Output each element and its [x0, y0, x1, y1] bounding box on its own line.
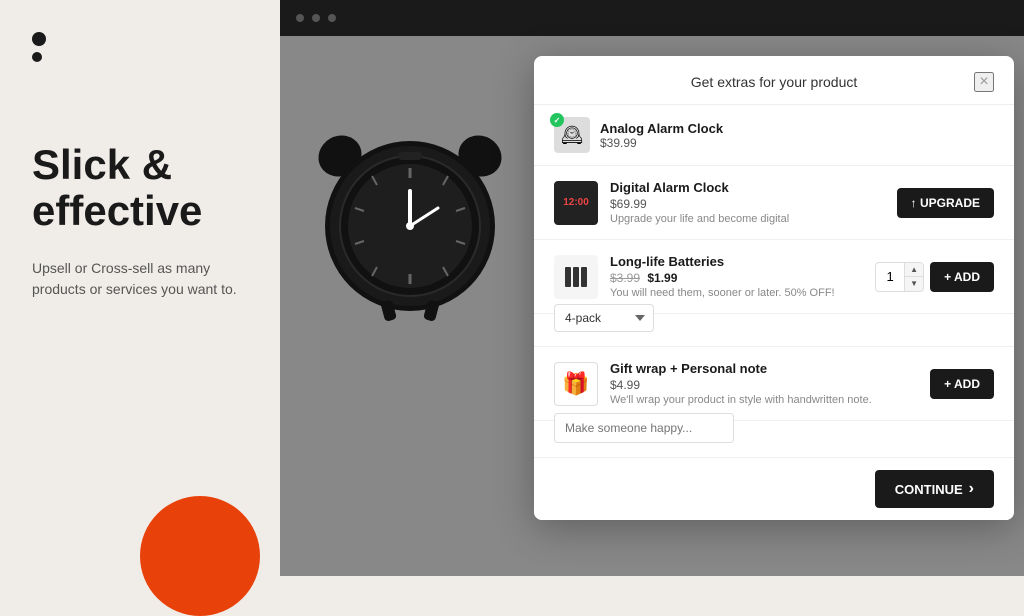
upsell-item-batteries: Long-life Batteries $3.99 $1.99 You will… — [534, 240, 1014, 314]
batteries-action: 1 ▲ ▼ + ADD — [875, 262, 994, 292]
logo — [32, 32, 248, 62]
digital-clock-name: Digital Alarm Clock — [610, 180, 885, 195]
continue-button[interactable]: CONTINUE — [875, 470, 994, 508]
battery-bar-1 — [565, 267, 571, 287]
upsell-item-digital-clock: 12:00 Digital Alarm Clock $69.99 Upgrade… — [534, 166, 1014, 240]
upsell-item-gift: 🎁 Gift wrap + Personal note $4.99 We'll … — [534, 347, 1014, 421]
headline: Slick &effective — [32, 142, 248, 234]
gift-price: $4.99 — [610, 378, 918, 392]
orange-circle-decoration — [140, 496, 260, 616]
variant-select[interactable]: 4-pack 8-pack — [554, 304, 654, 332]
gift-action: + ADD — [930, 369, 994, 399]
batteries-info: Long-life Batteries $3.99 $1.99 You will… — [610, 254, 863, 299]
modal-close-button[interactable]: × — [974, 72, 994, 92]
gift-image: 🎁 — [554, 362, 598, 406]
gift-note-section — [534, 413, 1014, 458]
quantity-value: 1 — [876, 265, 904, 288]
modal-header: Get extras for your product × — [534, 56, 1014, 105]
browser-dot-1 — [296, 14, 304, 22]
gift-note-input[interactable] — [554, 413, 734, 443]
digital-clock-price: $69.99 — [610, 197, 885, 211]
current-product-row: 🕰 Analog Alarm Clock $39.99 — [534, 105, 1014, 166]
clock-image — [300, 56, 520, 376]
batteries-desc: You will need them, sooner or later. 50%… — [610, 287, 863, 299]
modal-footer: CONTINUE — [534, 458, 1014, 520]
battery-bar-3 — [581, 267, 587, 287]
product-image-wrap: 🕰 — [554, 117, 590, 153]
gift-info: Gift wrap + Personal note $4.99 We'll wr… — [610, 361, 918, 406]
logo-dot-small — [32, 52, 42, 62]
battery-bar-2 — [573, 267, 579, 287]
current-product-price: $39.99 — [600, 136, 723, 150]
logo-dot-large — [32, 32, 46, 46]
upsell-section: 12:00 Digital Alarm Clock $69.99 Upgrade… — [534, 166, 1014, 458]
browser-bar — [280, 0, 1024, 36]
quantity-down-button[interactable]: ▼ — [905, 277, 923, 291]
digital-clock-image: 12:00 — [554, 181, 598, 225]
upsell-modal: Get extras for your product × 🕰 Analog A… — [534, 56, 1014, 520]
browser-content: Get extras for your product × 🕰 Analog A… — [280, 36, 1024, 576]
browser-dot-3 — [328, 14, 336, 22]
gift-name: Gift wrap + Personal note — [610, 361, 918, 376]
digital-clock-info: Digital Alarm Clock $69.99 Upgrade your … — [610, 180, 885, 225]
digital-clock-price-value: $69.99 — [610, 197, 647, 211]
batteries-price-sale: $1.99 — [647, 271, 677, 285]
subtext: Upsell or Cross-sell as many products or… — [32, 258, 248, 300]
batteries-image — [554, 255, 598, 299]
battery-icon — [565, 267, 587, 287]
gift-price-value: $4.99 — [610, 378, 640, 392]
batteries-prices: $3.99 $1.99 — [610, 271, 863, 285]
batteries-add-button[interactable]: + ADD — [930, 262, 994, 292]
current-product-info: Analog Alarm Clock $39.99 — [600, 121, 723, 150]
batteries-price-original: $3.99 — [610, 271, 640, 285]
check-badge — [550, 113, 564, 127]
quantity-arrows: ▲ ▼ — [904, 263, 923, 291]
gift-add-button[interactable]: + ADD — [930, 369, 994, 399]
digital-clock-desc: Upgrade your life and become digital — [610, 213, 885, 225]
quantity-up-button[interactable]: ▲ — [905, 263, 923, 277]
browser-dot-2 — [312, 14, 320, 22]
browser-panel: Get extras for your product × 🕰 Analog A… — [280, 0, 1024, 576]
batteries-name: Long-life Batteries — [610, 254, 863, 269]
current-product-name: Analog Alarm Clock — [600, 121, 723, 136]
batteries-variant-section: 4-pack 8-pack — [534, 304, 1014, 347]
quantity-control[interactable]: 1 ▲ ▼ — [875, 262, 924, 292]
upgrade-action: ↑ UPGRADE — [897, 188, 994, 218]
modal-title: Get extras for your product — [574, 74, 974, 90]
gift-desc: We'll wrap your product in style with ha… — [610, 394, 918, 406]
upgrade-button[interactable]: ↑ UPGRADE — [897, 188, 994, 218]
left-panel: Slick &effective Upsell or Cross-sell as… — [0, 0, 280, 576]
